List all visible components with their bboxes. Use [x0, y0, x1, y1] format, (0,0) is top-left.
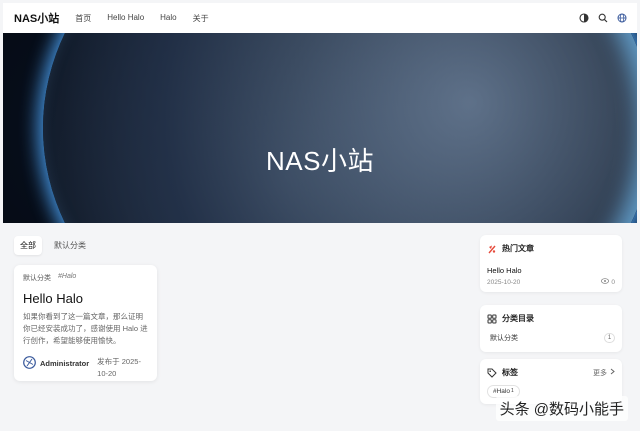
nav-item-halo[interactable]: Halo — [160, 13, 176, 24]
avatar[interactable] — [23, 356, 36, 374]
hot-posts-widget: 热门文章 Hello Halo 2025-10-20 0 — [480, 235, 622, 292]
hot-post-meta: 2025-10-20 0 — [487, 278, 615, 286]
hero-banner: NAS小站 — [3, 33, 637, 223]
tab-all[interactable]: 全部 — [14, 236, 42, 255]
post-excerpt: 如果你看到了这一篇文章，那么证明你已经安装成功了，感谢使用 Halo 进行创作，… — [23, 312, 148, 345]
post-author[interactable]: Administrator — [40, 359, 89, 368]
categories-title: 分类目录 — [502, 314, 534, 323]
tags-more-link[interactable]: 更多 — [593, 368, 615, 378]
nav-item-about[interactable]: 关于 — [193, 13, 209, 24]
post-category[interactable]: 默认分类 — [23, 273, 51, 283]
post-card[interactable]: 默认分类 #Halo Hello Halo 如果你看到了这一篇文章，那么证明你已… — [14, 265, 157, 381]
grid-icon — [487, 314, 497, 324]
site-header: NAS小站 首页 Hello Halo Halo 关于 — [3, 3, 637, 33]
main-nav: 首页 Hello Halo Halo 关于 — [75, 13, 224, 24]
tag-chip-count: 1 — [510, 388, 514, 394]
header-actions — [579, 13, 627, 23]
hero-title: NAS小站 — [266, 146, 374, 176]
tag-icon — [487, 368, 497, 378]
site-brand[interactable]: NAS小站 — [14, 10, 59, 26]
tab-default-category[interactable]: 默认分类 — [48, 236, 92, 255]
tags-more-label[interactable]: 更多 — [593, 368, 607, 378]
views-count: 0 — [611, 278, 615, 286]
watermark: 头条 @数码小能手 — [495, 396, 628, 421]
flame-icon — [487, 244, 497, 254]
category-count: 1 — [604, 333, 615, 343]
category-item[interactable]: 默认分类 1 — [487, 333, 615, 343]
chevron-right-icon[interactable] — [610, 368, 615, 377]
tags-header: 标签 更多 — [487, 367, 615, 378]
hot-posts-title: 热门文章 — [502, 244, 534, 253]
earth-image — [43, 33, 637, 223]
categories-widget: 分类目录 默认分类 1 — [480, 305, 622, 352]
nav-item-home[interactable]: 首页 — [75, 13, 91, 24]
globe-icon[interactable] — [617, 13, 627, 23]
tags-title: 标签 — [502, 368, 518, 377]
post-title[interactable]: Hello Halo — [23, 291, 148, 306]
post-tag[interactable]: #Halo — [58, 273, 76, 283]
post-meta: 默认分类 #Halo — [23, 273, 148, 283]
categories-header: 分类目录 — [487, 313, 615, 324]
eye-icon — [601, 278, 610, 286]
nav-item-hello-halo[interactable]: Hello Halo — [107, 13, 144, 24]
hot-post-date: 2025-10-20 — [487, 278, 521, 286]
post-footer: Administrator 发布于 2025-10-20 — [23, 356, 148, 380]
tag-chip-label[interactable]: #Halo — [493, 388, 510, 395]
hot-post-views: 0 — [601, 278, 615, 286]
theme-toggle-icon[interactable] — [579, 13, 589, 23]
hot-posts-header: 热门文章 — [487, 243, 615, 254]
search-icon[interactable] — [598, 13, 608, 23]
category-name[interactable]: 默认分类 — [490, 333, 518, 343]
post-published: 发布于 2025-10-20 — [97, 357, 141, 378]
category-tabs: 全部 默认分类 — [14, 236, 92, 255]
hot-post-link[interactable]: Hello Halo — [487, 266, 615, 275]
